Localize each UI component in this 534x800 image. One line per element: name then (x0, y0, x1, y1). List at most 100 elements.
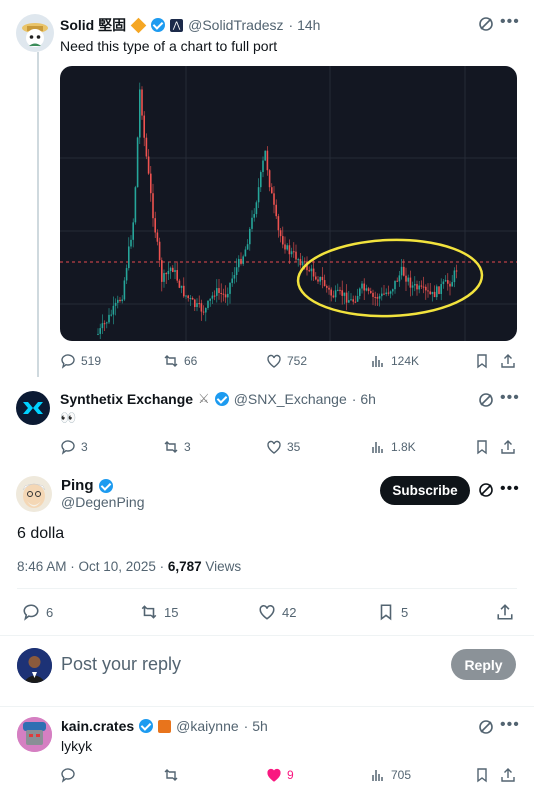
candle-body (238, 258, 240, 268)
more-icon[interactable]: ••• (500, 716, 520, 734)
candle-body (218, 288, 220, 293)
post-time[interactable]: · 14h (289, 17, 321, 33)
bookmark-icon[interactable] (474, 439, 490, 460)
candle-body (352, 299, 354, 302)
reply-button[interactable]: 6 (22, 603, 53, 621)
candle-body (207, 300, 209, 308)
subscribe-button[interactable]: Subscribe (380, 476, 470, 505)
like-button[interactable]: 752 (266, 353, 307, 369)
retweet-button[interactable] (163, 767, 179, 783)
bookmark-icon[interactable] (474, 353, 490, 374)
post-timestamp[interactable]: 8:46 AM · Oct 10, 2025 · (17, 559, 164, 574)
bookmark-button[interactable]: 5 (377, 603, 408, 621)
share-icon[interactable] (496, 603, 514, 626)
candle-body (130, 239, 132, 247)
author-handle[interactable]: @DegenPing (61, 494, 145, 510)
candle-body (189, 297, 192, 299)
candle-body (257, 187, 260, 203)
post-time[interactable]: · 5h (244, 718, 268, 734)
bookmark-count: 5 (401, 604, 409, 620)
reply-button[interactable]: 3 (60, 439, 88, 455)
author-handle[interactable]: @SolidTradesz (188, 17, 283, 33)
candle-body (152, 193, 154, 219)
candle-body (108, 314, 110, 323)
reply-button[interactable] (60, 767, 76, 783)
avatar-current-user[interactable] (17, 648, 52, 683)
candle-body (196, 303, 198, 308)
candle-body (233, 275, 236, 279)
chart-image[interactable] (60, 66, 517, 341)
candle-body (363, 283, 365, 291)
author-handle[interactable]: @SNX_Exchange (234, 391, 347, 407)
share-icon[interactable] (500, 353, 516, 374)
author-handle[interactable]: @kaiynne (176, 718, 238, 734)
candle-body (315, 276, 317, 280)
bookmark-icon[interactable] (474, 767, 490, 788)
more-icon[interactable]: ••• (500, 389, 520, 407)
candle-body (392, 289, 394, 292)
candle-body (447, 280, 449, 284)
candle-body (183, 285, 185, 297)
more-icon[interactable]: ••• (500, 480, 520, 498)
retweet-button[interactable]: 66 (163, 353, 197, 369)
candle-body (414, 284, 416, 286)
grok-icon[interactable] (478, 719, 494, 740)
candle-body (453, 270, 456, 283)
candle-body (383, 293, 385, 295)
grok-icon[interactable] (478, 392, 494, 413)
divider (0, 706, 534, 707)
author-name[interactable]: Synthetix Exchange (60, 391, 193, 407)
candle-body (139, 89, 141, 138)
candle-body (125, 268, 128, 281)
candle-body (321, 276, 324, 281)
post-time[interactable]: · 6h (352, 391, 376, 407)
reply-count: 6 (46, 604, 54, 620)
verified-icon (151, 18, 166, 32)
candle-body (112, 305, 115, 315)
share-icon[interactable] (500, 767, 516, 788)
candle-body (185, 295, 187, 297)
like-button[interactable]: 9 (266, 767, 294, 783)
candle-body (319, 276, 321, 282)
candle-body (209, 298, 211, 301)
retweet-button[interactable]: 3 (163, 439, 191, 455)
author-name[interactable]: Solid 堅固 (60, 15, 126, 35)
verified-icon (139, 719, 154, 733)
candle-body (345, 292, 348, 303)
reply-button[interactable]: Reply (451, 649, 516, 680)
retweet-button[interactable]: 15 (140, 603, 178, 621)
candle-body (163, 273, 165, 282)
candle-body (376, 296, 379, 299)
author-name[interactable]: Ping (61, 477, 94, 494)
avatar-synthetix[interactable] (16, 391, 50, 425)
views-button[interactable]: 124K (370, 353, 419, 369)
candle-body (301, 261, 304, 266)
candle-body (433, 291, 436, 298)
candle-body (251, 217, 253, 229)
reply-input[interactable]: Post your reply (61, 654, 181, 675)
candle-body (436, 286, 438, 298)
views-count: 6,787 (167, 559, 202, 574)
avatar-kain[interactable] (17, 717, 52, 752)
share-icon[interactable] (500, 439, 516, 460)
candle-body (231, 278, 233, 283)
like-button[interactable]: 35 (266, 439, 300, 455)
author-name[interactable]: kain.crates (61, 718, 134, 734)
candle-body (187, 295, 189, 299)
views-button[interactable]: 705 (370, 767, 411, 783)
more-icon[interactable]: ••• (500, 13, 520, 31)
grok-icon[interactable] (478, 482, 494, 503)
candle-body (440, 284, 442, 294)
grok-icon[interactable] (478, 16, 494, 37)
views-button[interactable]: 1.8K (370, 439, 416, 455)
reply-button[interactable]: 519 (60, 353, 101, 369)
grid-lines (60, 66, 517, 341)
candle-body (211, 295, 214, 299)
divider (17, 588, 517, 589)
like-button[interactable]: 42 (258, 603, 296, 621)
candle-body (249, 228, 251, 245)
avatar-ping[interactable] (16, 476, 52, 512)
avatar-solid[interactable] (16, 14, 54, 52)
candle-body (403, 266, 405, 276)
candle-body (416, 284, 418, 290)
